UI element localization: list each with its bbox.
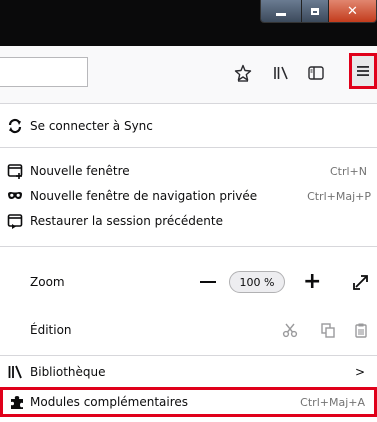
- menu-item-shortcut: Ctrl+N: [329, 164, 367, 178]
- zoom-out-button[interactable]: [200, 281, 216, 283]
- paste-icon[interactable]: [352, 321, 370, 339]
- app-menu-panel: Se connecter à Sync Nouvelle fenêtre Ctr…: [0, 104, 377, 422]
- close-icon: ✕: [347, 3, 358, 19]
- menu-item-addons[interactable]: Modules complémentaires Ctrl+Maj+A: [0, 390, 377, 414]
- menu-item-sync[interactable]: Se connecter à Sync: [0, 114, 377, 138]
- cut-icon[interactable]: [281, 321, 299, 339]
- zoom-reset-button[interactable]: 100 %: [229, 271, 285, 293]
- zoom-label: Zoom: [30, 275, 65, 289]
- menu-item-new-window[interactable]: Nouvelle fenêtre Ctrl+N: [0, 159, 377, 183]
- mask-icon: [6, 187, 24, 205]
- hamburger-menu-icon: [357, 66, 369, 76]
- sidebar-icon[interactable]: [304, 62, 328, 84]
- menu-item-label: Bibliothèque: [30, 365, 106, 379]
- hamburger-menu-button[interactable]: [349, 53, 377, 89]
- library-icon: [6, 363, 24, 381]
- menu-item-label: Nouvelle fenêtre: [30, 164, 130, 178]
- zoom-in-button[interactable]: +: [303, 271, 321, 293]
- close-button[interactable]: ✕: [328, 0, 376, 22]
- url-bar[interactable]: [0, 57, 88, 87]
- minimize-icon: [276, 12, 286, 16]
- edit-label: Édition: [30, 323, 72, 337]
- menu-separator: [0, 147, 377, 148]
- maximize-icon: [311, 7, 319, 15]
- menu-item-private-window[interactable]: Nouvelle fenêtre de navigation privée Ct…: [0, 184, 377, 208]
- menu-item-label: Modules complémentaires: [30, 395, 189, 409]
- window-titlebar: ✕: [0, 0, 377, 46]
- menu-item-label: Se connecter à Sync: [30, 119, 153, 133]
- menu-item-edit: Édition: [0, 316, 377, 344]
- menu-item-label: Nouvelle fenêtre de navigation privée: [30, 189, 258, 203]
- new-window-icon: [6, 162, 24, 180]
- restore-icon: [6, 212, 24, 230]
- menu-item-label: Restaurer la session précédente: [30, 214, 223, 228]
- menu-item-library[interactable]: Bibliothèque >: [0, 360, 377, 384]
- menu-item-shortcut: Ctrl+Maj+P: [307, 189, 371, 203]
- chevron-right-icon: >: [354, 365, 365, 379]
- menu-item-restore-session[interactable]: Restaurer la session précédente: [0, 209, 377, 233]
- menu-item-shortcut: Ctrl+Maj+A: [300, 395, 365, 409]
- fullscreen-icon[interactable]: [352, 273, 370, 291]
- puzzle-icon: [8, 393, 26, 411]
- menu-separator: [0, 246, 377, 247]
- navigation-toolbar: [0, 46, 377, 104]
- star-icon[interactable]: [231, 62, 255, 84]
- sync-icon: [6, 117, 24, 135]
- copy-icon[interactable]: [319, 321, 337, 339]
- window-controls: ✕: [260, 0, 377, 23]
- library-icon[interactable]: [269, 62, 293, 84]
- menu-separator: [0, 355, 377, 356]
- minimize-button[interactable]: [261, 0, 301, 22]
- maximize-button[interactable]: [301, 0, 328, 22]
- menu-item-zoom: Zoom 100 % +: [0, 268, 377, 296]
